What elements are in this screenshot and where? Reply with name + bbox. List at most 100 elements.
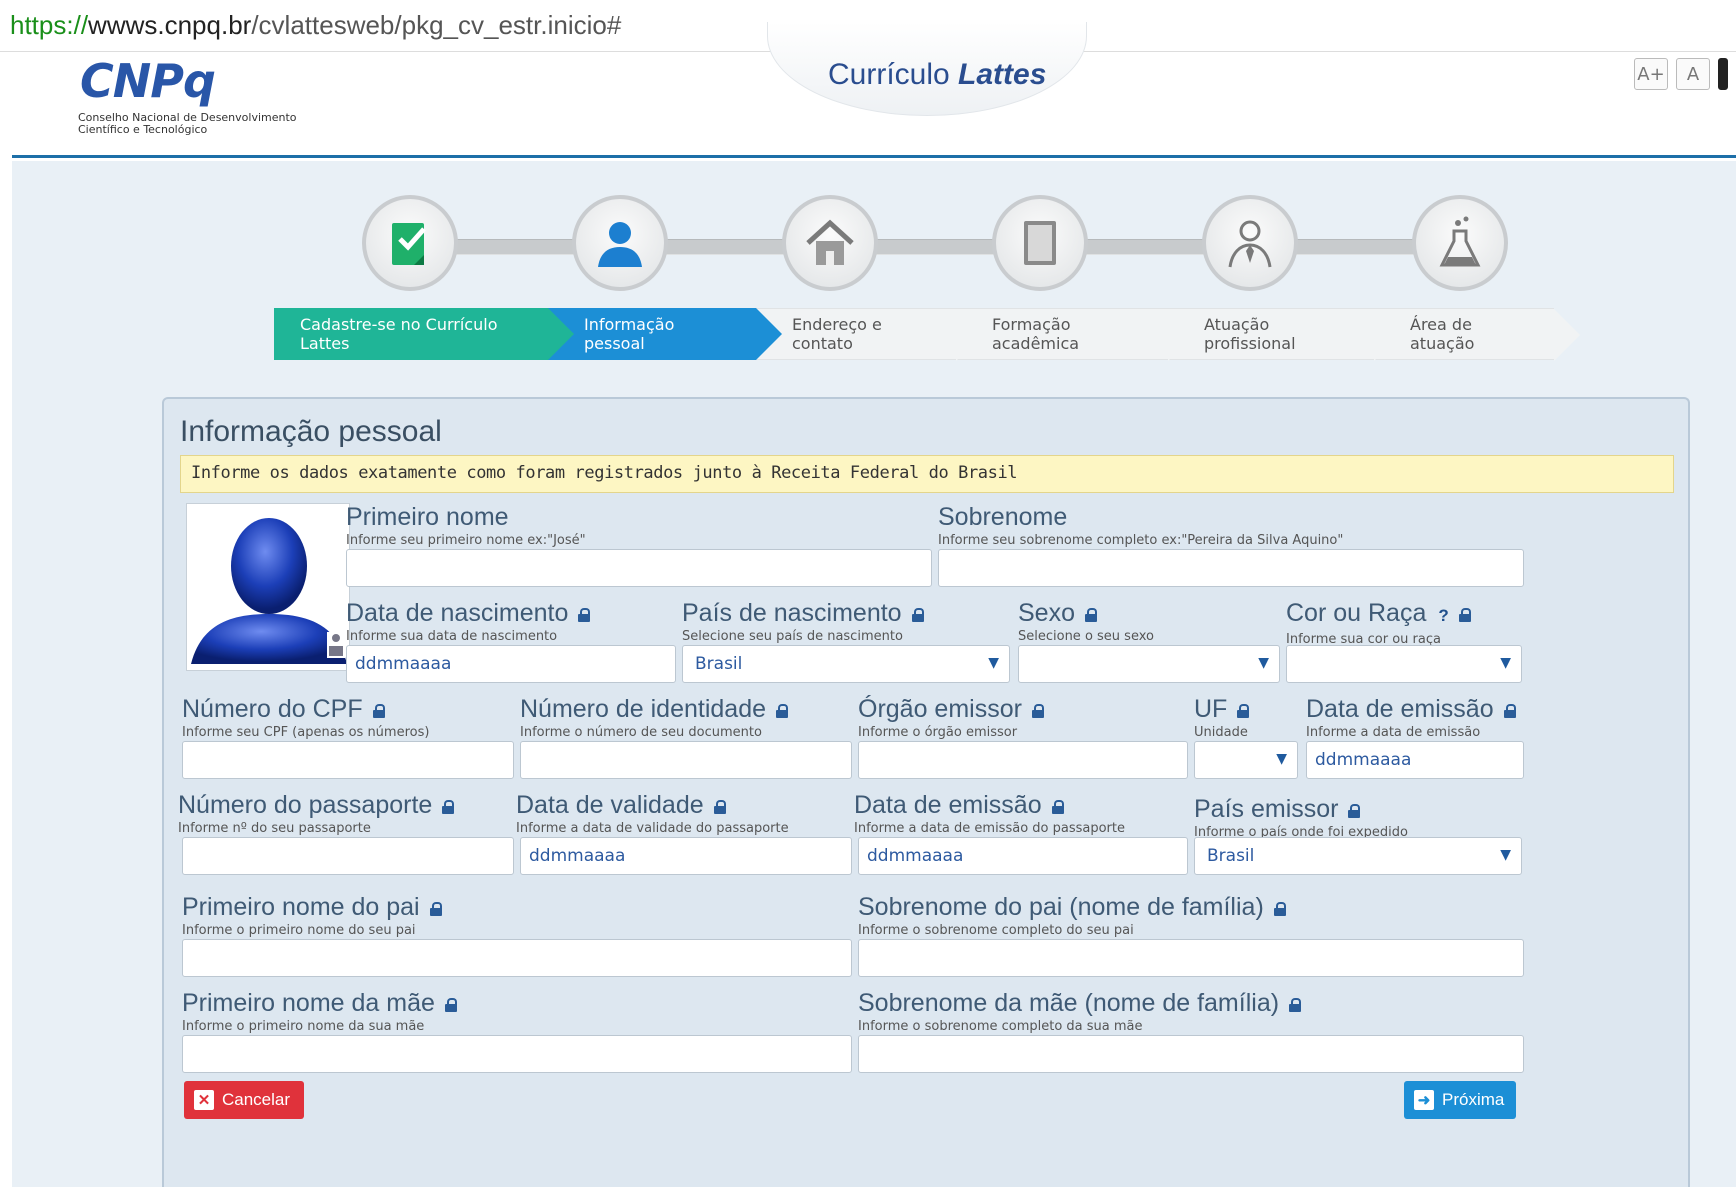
orgao-emissor-label: Órgão emissor <box>858 695 1022 723</box>
crumb-endereco[interactable]: Endereço e contato <box>756 308 982 361</box>
uf-select[interactable]: ▼ <box>1194 741 1298 779</box>
font-increase-button[interactable]: A+ <box>1634 58 1668 90</box>
lock-icon <box>1458 608 1471 622</box>
mae-nome-input[interactable] <box>182 1035 852 1073</box>
lock-icon <box>444 998 457 1012</box>
checklist-icon[interactable] <box>362 195 458 291</box>
logo-text: CNPq <box>80 54 216 108</box>
identidade-group: Número de identidade Informe o número de… <box>520 695 788 740</box>
pai-sobrenome-hint: Informe o sobrenome completo do seu pai <box>858 923 1134 938</box>
data-emissao-id-hint: Informe a data de emissão <box>1306 725 1481 740</box>
cpf-input[interactable] <box>182 741 514 779</box>
lattes-badge: Currículo Lattes <box>767 22 1087 116</box>
cor-raca-group: Cor ou Raça? Informe sua cor ou raça <box>1286 599 1471 647</box>
mae-nome-label: Primeiro nome da mãe <box>182 989 435 1017</box>
notice-banner: Informe os dados exatamente como foram r… <box>180 455 1674 493</box>
font-normal-button[interactable]: A <box>1676 58 1710 90</box>
pais-emissor-group: País emissor Informe o país onde foi exp… <box>1194 795 1408 840</box>
content-area: Cadastre-se no Currículo Lattes Informaç… <box>12 161 1736 1187</box>
pai-nome-hint: Informe o primeiro nome do seu pai <box>182 923 416 938</box>
sexo-select[interactable]: ▼ <box>1018 645 1280 683</box>
data-emissao-id-label: Data de emissão <box>1306 695 1494 723</box>
data-emissao-id-input[interactable]: ddmmaaaa <box>1306 741 1524 779</box>
identidade-input[interactable] <box>520 741 852 779</box>
passaporte-label: Número do passaporte <box>178 791 433 819</box>
lock-icon <box>429 902 442 916</box>
product-prefix: Currículo <box>828 58 959 91</box>
primeiro-nome-hint: Informe seu primeiro nome ex:"José" <box>346 533 586 548</box>
passaporte-hint: Informe nº do seu passaporte <box>178 821 371 836</box>
identidade-label: Número de identidade <box>520 695 766 723</box>
data-validade-input[interactable]: ddmmaaaa <box>520 837 852 875</box>
sobrenome-label: Sobrenome <box>938 503 1068 531</box>
sexo-label: Sexo <box>1018 599 1075 627</box>
site-header: CNPq Conselho Nacional de Desenvolviment… <box>12 22 1736 158</box>
avatar[interactable] <box>186 503 350 671</box>
crumb-cadastre[interactable]: Cadastre-se no Currículo Lattes <box>274 308 574 360</box>
chevron-down-icon: ▼ <box>1500 847 1511 863</box>
help-icon[interactable]: ? <box>1438 602 1448 630</box>
house-icon[interactable] <box>782 195 878 291</box>
lock-icon <box>372 704 385 718</box>
product-name: Lattes <box>958 58 1047 91</box>
next-button[interactable]: ➜ Próxima <box>1404 1081 1516 1119</box>
uf-hint: Unidade <box>1194 725 1248 740</box>
cor-raca-label: Cor ou Raça <box>1286 599 1427 627</box>
lock-icon <box>1237 704 1250 718</box>
personal-info-panel: Informação pessoal Informe os dados exat… <box>162 397 1690 1187</box>
sobrenome-hint: Informe seu sobrenome completo ex:"Perei… <box>938 533 1344 548</box>
crumb-informacao-pessoal[interactable]: Informação pessoal <box>548 308 782 360</box>
lock-icon <box>1289 998 1302 1012</box>
data-emissao-pass-label: Data de emissão <box>854 791 1042 819</box>
cor-raca-select[interactable]: ▼ <box>1286 645 1522 683</box>
chevron-down-icon: ▼ <box>988 655 999 671</box>
chevron-down-icon: ▼ <box>1500 655 1511 671</box>
flask-icon[interactable] <box>1412 195 1508 291</box>
lock-icon <box>578 608 591 622</box>
crumb-area[interactable]: Área de atuação <box>1374 308 1580 361</box>
pais-nascimento-select[interactable]: Brasil ▼ <box>682 645 1010 683</box>
mae-sobrenome-input[interactable] <box>858 1035 1524 1073</box>
uf-label: UF <box>1194 695 1228 723</box>
data-emissao-pass-input[interactable]: ddmmaaaa <box>858 837 1188 875</box>
pais-emissor-select[interactable]: Brasil ▼ <box>1194 837 1522 875</box>
chevron-down-icon: ▼ <box>1276 751 1287 767</box>
sobrenome-group: Sobrenome Informe seu sobrenome completo… <box>938 503 1343 548</box>
orgao-emissor-input[interactable] <box>858 741 1188 779</box>
professional-icon[interactable] <box>1202 195 1298 291</box>
cpf-label: Número do CPF <box>182 695 363 723</box>
data-emissao-pass-group: Data de emissão Informe a data de emissã… <box>854 791 1125 836</box>
person-icon[interactable] <box>572 195 668 291</box>
crumb-atuacao[interactable]: Atuação profissional <box>1168 308 1400 361</box>
primeiro-nome-input[interactable] <box>346 549 932 587</box>
passaporte-group: Número do passaporte Informe nº do seu p… <box>178 791 455 836</box>
crumb-formacao[interactable]: Formação acadêmica <box>956 308 1194 361</box>
primeiro-nome-label: Primeiro nome <box>346 503 509 531</box>
pai-nome-label: Primeiro nome do pai <box>182 893 420 921</box>
passaporte-input[interactable] <box>182 837 514 875</box>
cnpq-logo[interactable]: CNPq Conselho Nacional de Desenvolviment… <box>68 52 308 152</box>
data-emissao-id-group: Data de emissão Informe a data de emissã… <box>1306 695 1516 740</box>
pai-sobrenome-input[interactable] <box>858 939 1524 977</box>
cancel-label: Cancelar <box>222 1090 291 1109</box>
data-nascimento-input[interactable]: ddmmaaaa <box>346 645 676 683</box>
pai-nome-input[interactable] <box>182 939 852 977</box>
identidade-hint: Informe o número de seu documento <box>520 725 762 740</box>
contrast-button[interactable] <box>1718 58 1728 90</box>
data-validade-group: Data de validade Informe a data de valid… <box>516 791 789 836</box>
lock-icon <box>776 704 788 718</box>
data-nascimento-hint: Informe sua data de nascimento <box>346 629 558 644</box>
mae-nome-hint: Informe o primeiro nome da sua mãe <box>182 1019 425 1034</box>
wizard-steps <box>12 161 1736 311</box>
sobrenome-input[interactable] <box>938 549 1524 587</box>
pais-nascimento-hint: Selecione seu país de nascimento <box>682 629 903 644</box>
mae-sobrenome-label: Sobrenome da mãe (nome de família) <box>858 989 1280 1017</box>
lock-icon <box>1051 800 1064 814</box>
cancel-button[interactable]: ✕ Cancelar <box>184 1081 304 1119</box>
data-nascimento-group: Data de nascimento Informe sua data de n… <box>346 599 591 644</box>
book-icon[interactable] <box>992 195 1088 291</box>
pais-nascimento-group: País de nascimento Selecione seu país de… <box>682 599 924 644</box>
lock-icon <box>1273 902 1286 916</box>
uf-group: UF Unidade <box>1194 695 1250 740</box>
lock-icon <box>713 800 726 814</box>
